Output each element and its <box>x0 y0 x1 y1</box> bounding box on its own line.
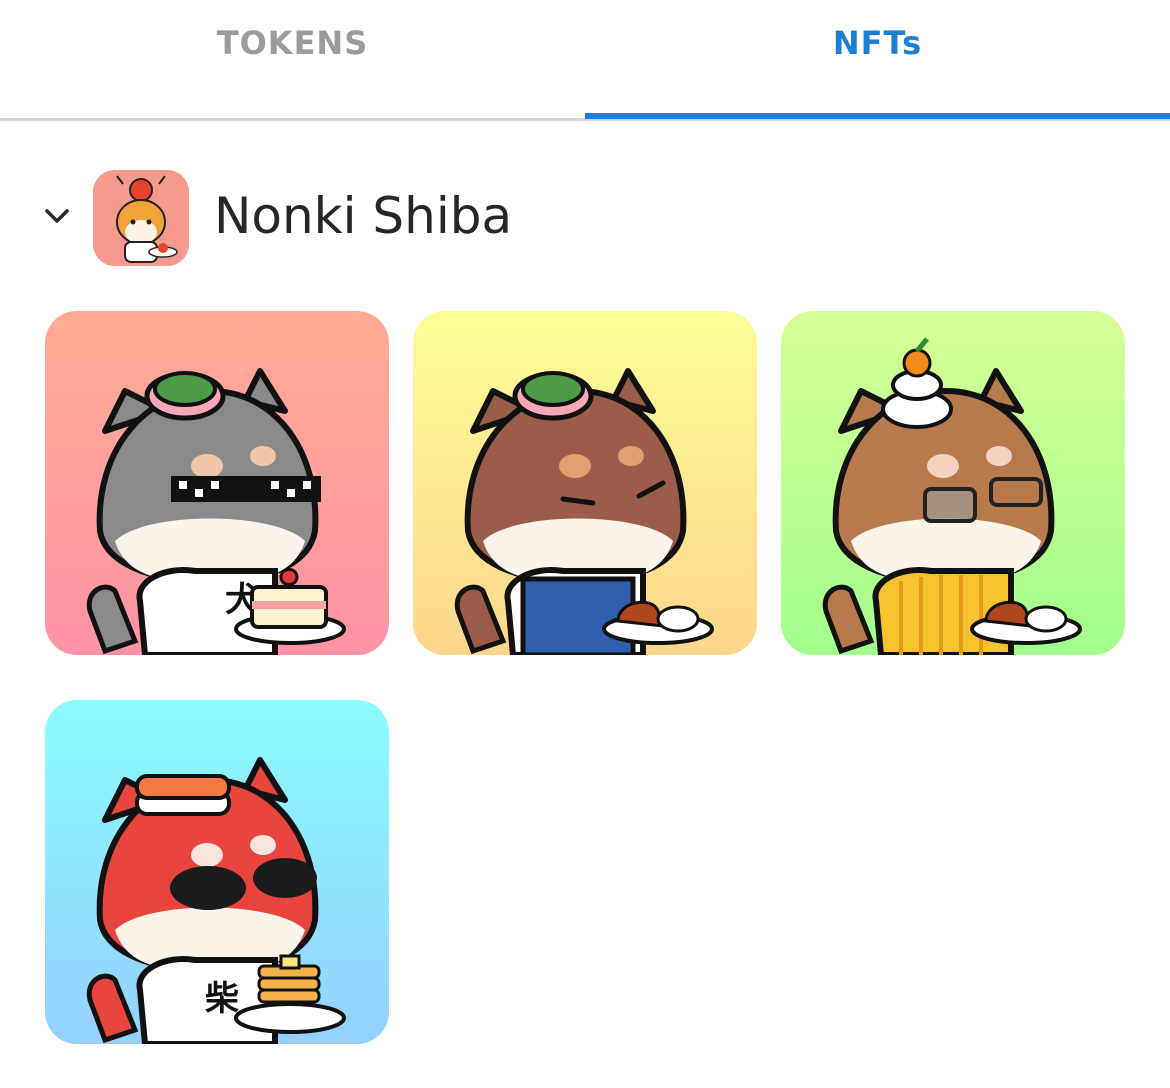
nft-image <box>822 337 1082 655</box>
nft-image: 犬 <box>86 368 346 655</box>
nft-image: 柴 <box>86 757 346 1044</box>
nft-card[interactable]: 柴 <box>45 700 389 1044</box>
nft-card[interactable] <box>413 311 757 655</box>
collection-header[interactable]: Nonki Shiba <box>0 168 1170 268</box>
svg-text:柴: 柴 <box>205 979 239 1019</box>
collection-name[interactable]: Nonki Shiba <box>214 186 512 246</box>
nft-image <box>454 368 714 655</box>
tab-nfts[interactable]: NFTs <box>585 0 1170 118</box>
nft-card[interactable] <box>781 311 1125 655</box>
collection-avatar <box>93 170 189 266</box>
nft-card[interactable]: 犬 <box>45 311 389 655</box>
chevron-down-icon[interactable] <box>42 204 72 228</box>
tab-tokens[interactable]: TOKENS <box>0 0 585 118</box>
active-tab-indicator <box>585 113 1170 119</box>
tab-bar: TOKENS NFTs <box>0 0 1170 121</box>
